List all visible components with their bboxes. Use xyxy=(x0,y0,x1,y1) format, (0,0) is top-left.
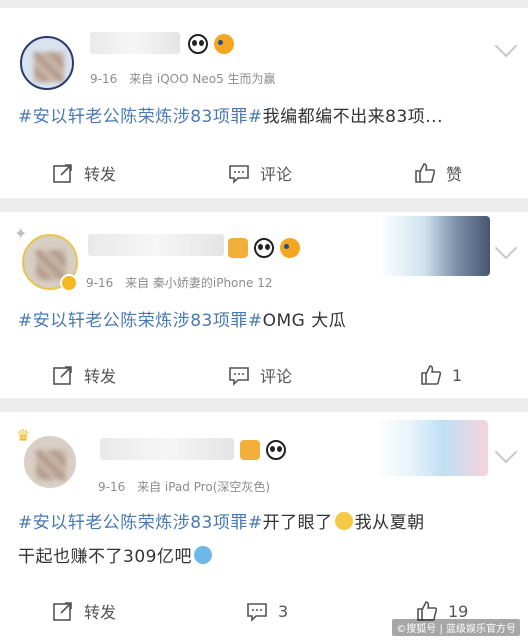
comment-icon xyxy=(229,367,249,386)
comment-label: 评论 xyxy=(260,165,293,184)
panda-emoji-icon xyxy=(188,34,208,54)
verified-badge-icon xyxy=(60,274,78,292)
post-date: 9-16 xyxy=(90,72,118,86)
action-bar: 转发 评论 1 xyxy=(0,360,528,390)
repost-button[interactable]: 转发 xyxy=(52,158,116,188)
like-button[interactable]: 1 xyxy=(420,360,462,390)
repost-icon xyxy=(53,602,72,621)
decoration-icon: ✦ xyxy=(14,224,28,243)
card-banner-image xyxy=(380,216,490,276)
fan-badge-icon xyxy=(240,440,260,460)
post-card-3: ♛ 9-16 来自 iPad Pro(深空灰色) #安以轩老公陈荣炼涉83项罪#… xyxy=(0,412,528,640)
post-source: 来自 秦小娇妻的iPhone 12 xyxy=(125,276,273,290)
post-content: #安以轩老公陈荣炼涉83项罪#OMG 大瓜 xyxy=(18,306,346,336)
comment-count: 3 xyxy=(278,601,289,621)
post-date: 9-16 xyxy=(98,480,126,494)
post-text: 我编都编不出来83项... xyxy=(262,107,443,127)
post-content: #安以轩老公陈荣炼涉83项罪#我编都编不出来83项... xyxy=(18,102,443,132)
post-content: #安以轩老公陈荣炼涉83项罪#开了眼了 我从夏朝 干起也赚不了309亿吧 xyxy=(18,508,425,572)
topic-link[interactable]: #安以轩老公陈荣炼涉83项罪# xyxy=(18,513,263,533)
post-source: 来自 iPad Pro(深空灰色) xyxy=(137,480,271,494)
chevron-down-icon[interactable] xyxy=(494,34,518,58)
topic-link[interactable]: #安以轩老公陈荣炼涉83项罪# xyxy=(18,107,263,127)
repost-button[interactable]: 转发 xyxy=(52,360,116,390)
fish-emoji-icon xyxy=(280,238,300,258)
repost-label: 转发 xyxy=(84,367,117,386)
thumbs-up-icon xyxy=(415,163,436,183)
post-meta: 9-16 来自 iPad Pro(深空灰色) xyxy=(98,478,270,495)
comment-button[interactable]: 评论 xyxy=(228,360,292,390)
post-text-line-1: 开了眼了 xyxy=(262,513,333,533)
comment-icon xyxy=(229,165,249,184)
like-count: 1 xyxy=(452,365,463,385)
fan-badge-icon xyxy=(228,238,248,258)
post-source: 来自 iQOO Neo5 生而为赢 xyxy=(129,72,276,86)
sweat-emoji-icon xyxy=(193,546,212,564)
repost-button[interactable]: 转发 xyxy=(52,596,116,626)
post-text: OMG 大瓜 xyxy=(262,311,347,331)
watermark: ©搜狐号 | 蓝级娱乐官方号 xyxy=(392,619,520,636)
comment-label: 评论 xyxy=(260,367,293,386)
fish-emoji-icon xyxy=(214,34,234,54)
repost-icon xyxy=(53,164,72,183)
avatar[interactable] xyxy=(20,36,74,90)
post-card-1: 9-16 来自 iQOO Neo5 生而为赢 #安以轩老公陈荣炼涉83项罪#我编… xyxy=(0,8,528,198)
repost-label: 转发 xyxy=(84,165,117,184)
post-meta: 9-16 来自 秦小娇妻的iPhone 12 xyxy=(86,274,272,291)
topic-link[interactable]: #安以轩老公陈荣炼涉83项罪# xyxy=(18,311,263,331)
post-meta: 9-16 来自 iQOO Neo5 生而为赢 xyxy=(90,70,276,87)
username-blurred[interactable] xyxy=(90,32,180,54)
card-banner-image xyxy=(376,420,488,476)
like-label: 赞 xyxy=(446,165,463,184)
post-text-line-2: 干起也赚不了309亿吧 xyxy=(18,547,192,567)
chevron-down-icon[interactable] xyxy=(494,440,518,464)
avatar[interactable] xyxy=(22,434,78,490)
repost-label: 转发 xyxy=(84,603,117,622)
crown-icon: ♛ xyxy=(16,426,31,445)
username-blurred[interactable] xyxy=(100,438,234,460)
comment-button[interactable]: 3 xyxy=(246,596,288,626)
repost-icon xyxy=(53,366,72,385)
comment-icon xyxy=(247,603,267,622)
like-button[interactable]: 赞 xyxy=(414,158,462,188)
like-count: 19 xyxy=(448,601,469,621)
comment-button[interactable]: 评论 xyxy=(228,158,292,188)
action-bar: 转发 评论 赞 xyxy=(0,158,528,188)
post-card-2: ✦ 9-16 来自 秦小娇妻的iPhone 12 #安以轩老公陈荣炼涉83项罪#… xyxy=(0,212,528,398)
thumbs-up-icon xyxy=(421,365,442,385)
panda-emoji-icon xyxy=(254,238,274,258)
post-text-line-1b: 我从夏朝 xyxy=(354,513,425,533)
panda-emoji-icon xyxy=(266,440,286,460)
post-date: 9-16 xyxy=(86,276,114,290)
username-blurred[interactable] xyxy=(88,234,224,256)
chevron-down-icon[interactable] xyxy=(494,236,518,260)
grin-emoji-icon xyxy=(334,512,353,530)
